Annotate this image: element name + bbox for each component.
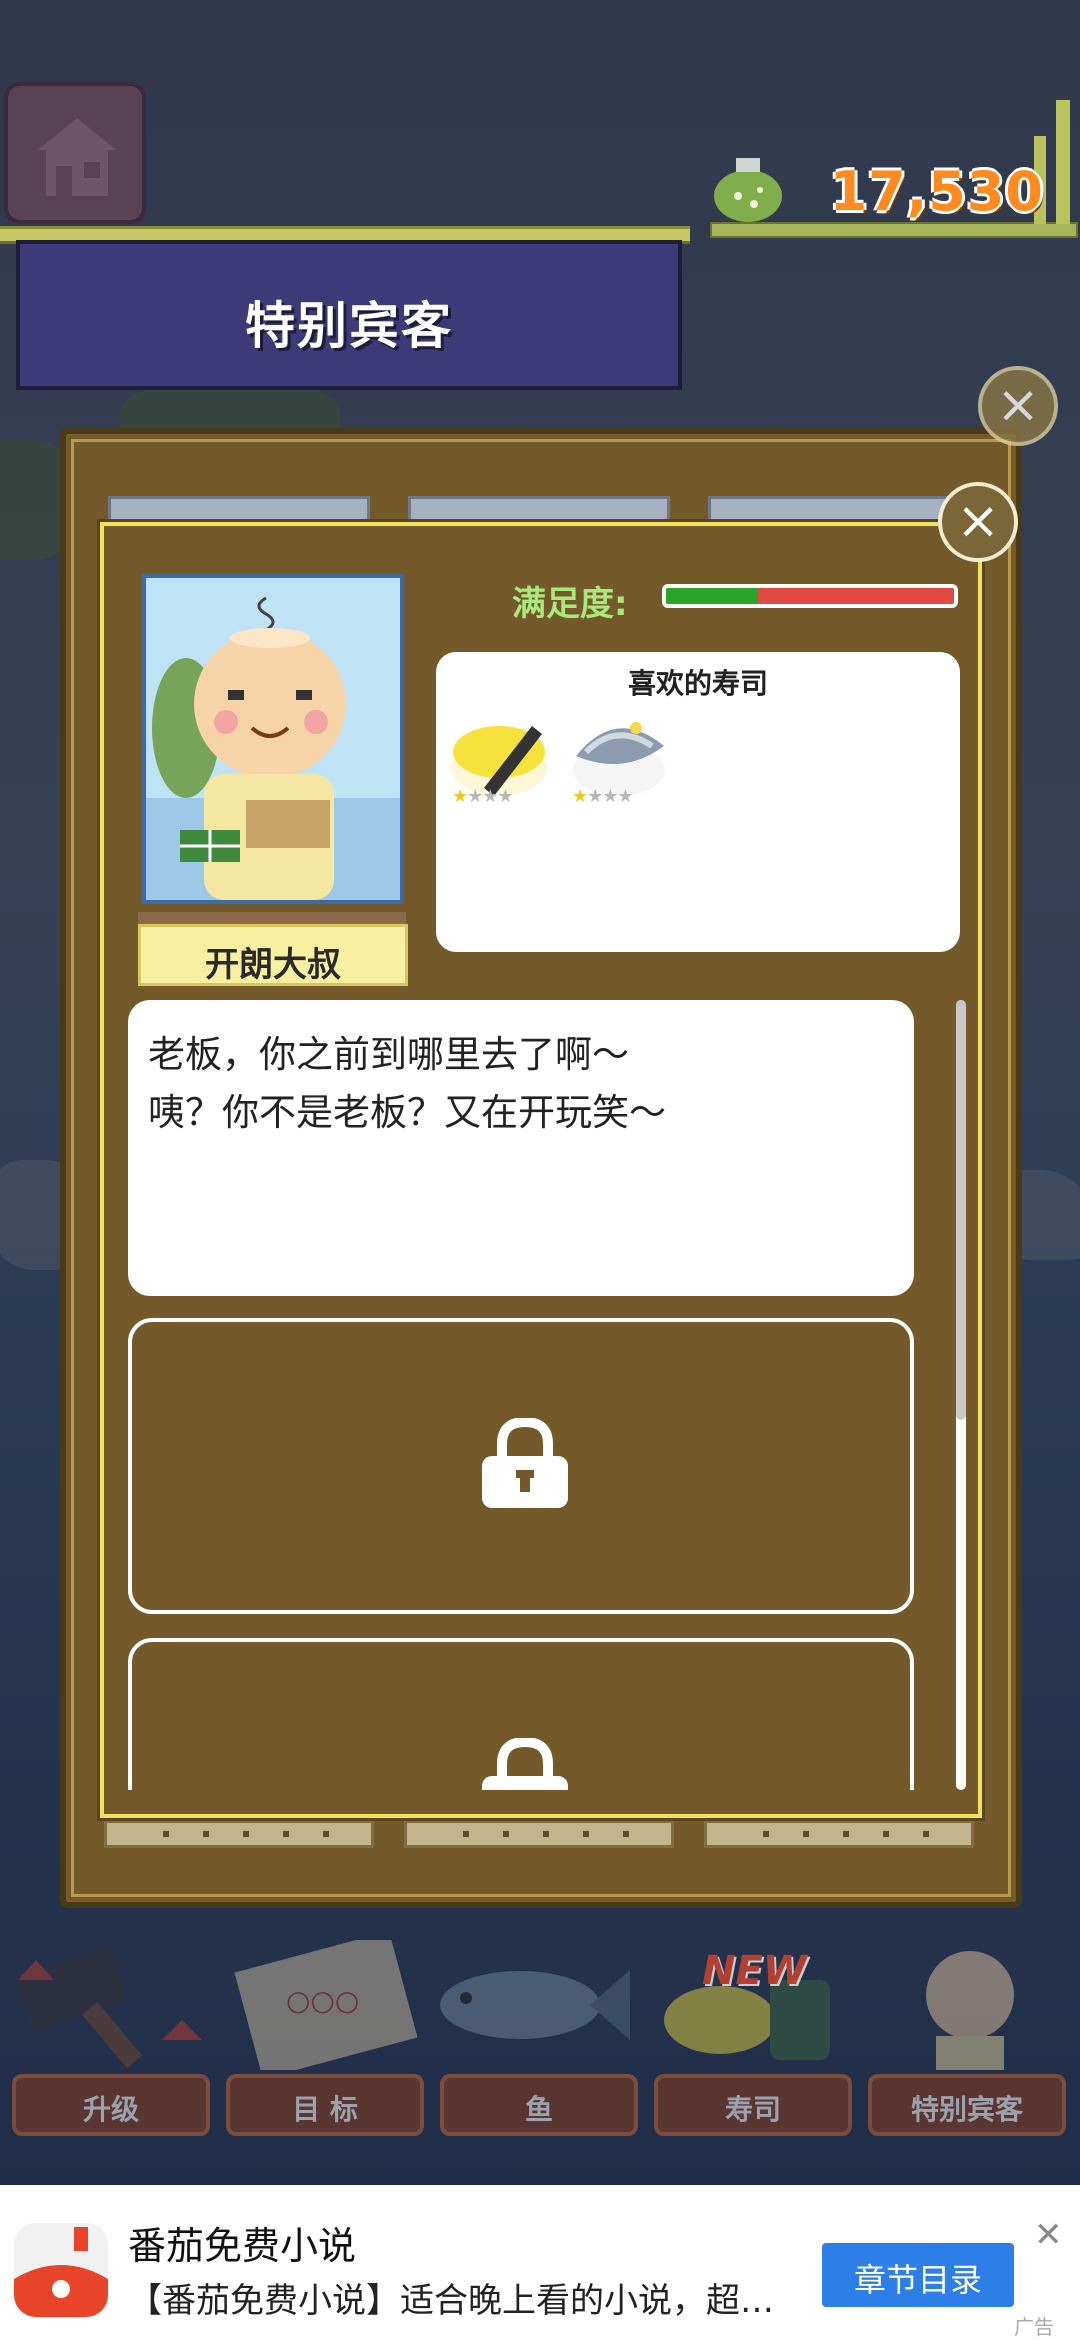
title-banner: 特别宾客 xyxy=(16,240,682,390)
money-bag-icon xyxy=(714,158,782,222)
satisfaction-label: 满足度: xyxy=(512,584,628,624)
page-title: 特别宾客 xyxy=(245,297,453,355)
favorite-sushi-title: 喜欢的寿司 xyxy=(627,667,768,700)
house-icon xyxy=(38,118,116,196)
ad-tag: 广告 xyxy=(1014,2315,1054,2339)
ad-cta-button[interactable]: 章节目录 xyxy=(822,2243,1014,2307)
ad-title: 番茄免费小说 xyxy=(128,2224,357,2268)
ad-close-icon[interactable]: ✕ xyxy=(1034,2215,1063,2255)
nav-special-guest-button[interactable]: 特别宾客 xyxy=(868,2074,1066,2136)
bamboo-rail xyxy=(710,222,1078,238)
guest-name: 开朗大叔 xyxy=(205,945,341,985)
nav-label: 目 标 xyxy=(292,2093,358,2126)
back-tab-footer xyxy=(704,1820,974,1848)
locked-dialog-slot xyxy=(128,1638,914,1790)
nav-sushi-button[interactable]: 寿司 xyxy=(654,2074,852,2136)
sushi-rating: ★★★★ xyxy=(452,786,514,807)
ad-description: 【番茄免费小说】适合晚上看的小说，超… xyxy=(128,2281,774,2321)
nav-label: 特别宾客 xyxy=(910,2093,1023,2126)
svg-text:○○○: ○○○ xyxy=(286,1984,359,2017)
dialog-line: 咦？你不是老板？又在开玩笑～ xyxy=(148,1091,666,1134)
guest-name-plate: 开朗大叔 xyxy=(138,924,408,986)
ad-cta-label: 章节目录 xyxy=(853,2261,982,2299)
guest-portrait xyxy=(142,574,404,904)
nav-goal-button[interactable]: 目 标 xyxy=(226,2074,424,2136)
favorite-sushi-box: 喜欢的寿司 ★★★★ ★★★★ xyxy=(436,652,960,952)
ad-banner[interactable]: 番茄免费小说 【番茄免费小说】适合晚上看的小说，超… 章节目录 ✕ 广告 xyxy=(0,2185,1080,2340)
close-icon: × xyxy=(996,375,1040,435)
nav-fish-button[interactable]: 鱼 xyxy=(440,2074,638,2136)
nav-label: 升级 xyxy=(82,2093,139,2126)
dialog-scrollbar[interactable] xyxy=(956,1000,966,1790)
money-counter: 17,530 xyxy=(829,160,1044,223)
guest-icon xyxy=(926,1951,1014,2070)
nav-upgrade-button[interactable]: 升级 xyxy=(12,2074,210,2136)
dialog-line: 老板，你之前到哪里去了啊～ xyxy=(148,1033,629,1076)
scrollbar-thumb[interactable] xyxy=(956,1000,966,1420)
satisfaction-bar xyxy=(662,584,958,608)
new-badge: NEW xyxy=(702,1948,807,1994)
back-tab-footer xyxy=(104,1820,374,1848)
close-icon: × xyxy=(956,491,1000,551)
close-button[interactable]: × xyxy=(938,482,1018,562)
close-back-button[interactable]: × xyxy=(978,366,1058,446)
padlock-icon xyxy=(482,1738,568,1790)
game-scene: 特别宾客 17,530 × × 开朗大叔 满足度: 喜欢的寿司 ★★★★ ★★★… xyxy=(0,0,1080,2185)
back-tab-footer xyxy=(404,1820,674,1848)
nav-label: 寿司 xyxy=(724,2093,781,2126)
hammer-icon xyxy=(15,1944,202,2069)
home-button[interactable] xyxy=(4,82,146,224)
sushi-rating: ★★★★ xyxy=(572,786,634,807)
nav-label: 鱼 xyxy=(524,2093,553,2126)
guest-dialog: 老板，你之前到哪里去了啊～ 咦？你不是老板？又在开玩笑～ xyxy=(128,1000,914,1296)
scroll-clip xyxy=(100,1320,982,1790)
fish-icon xyxy=(440,1970,630,2040)
tomato-icon xyxy=(14,2223,108,2317)
bald-uncle-avatar xyxy=(146,578,400,900)
goal-chart-icon: ○○○ xyxy=(234,1940,418,2070)
satisfaction-fill xyxy=(666,588,759,604)
ad-app-logo xyxy=(14,2223,108,2317)
